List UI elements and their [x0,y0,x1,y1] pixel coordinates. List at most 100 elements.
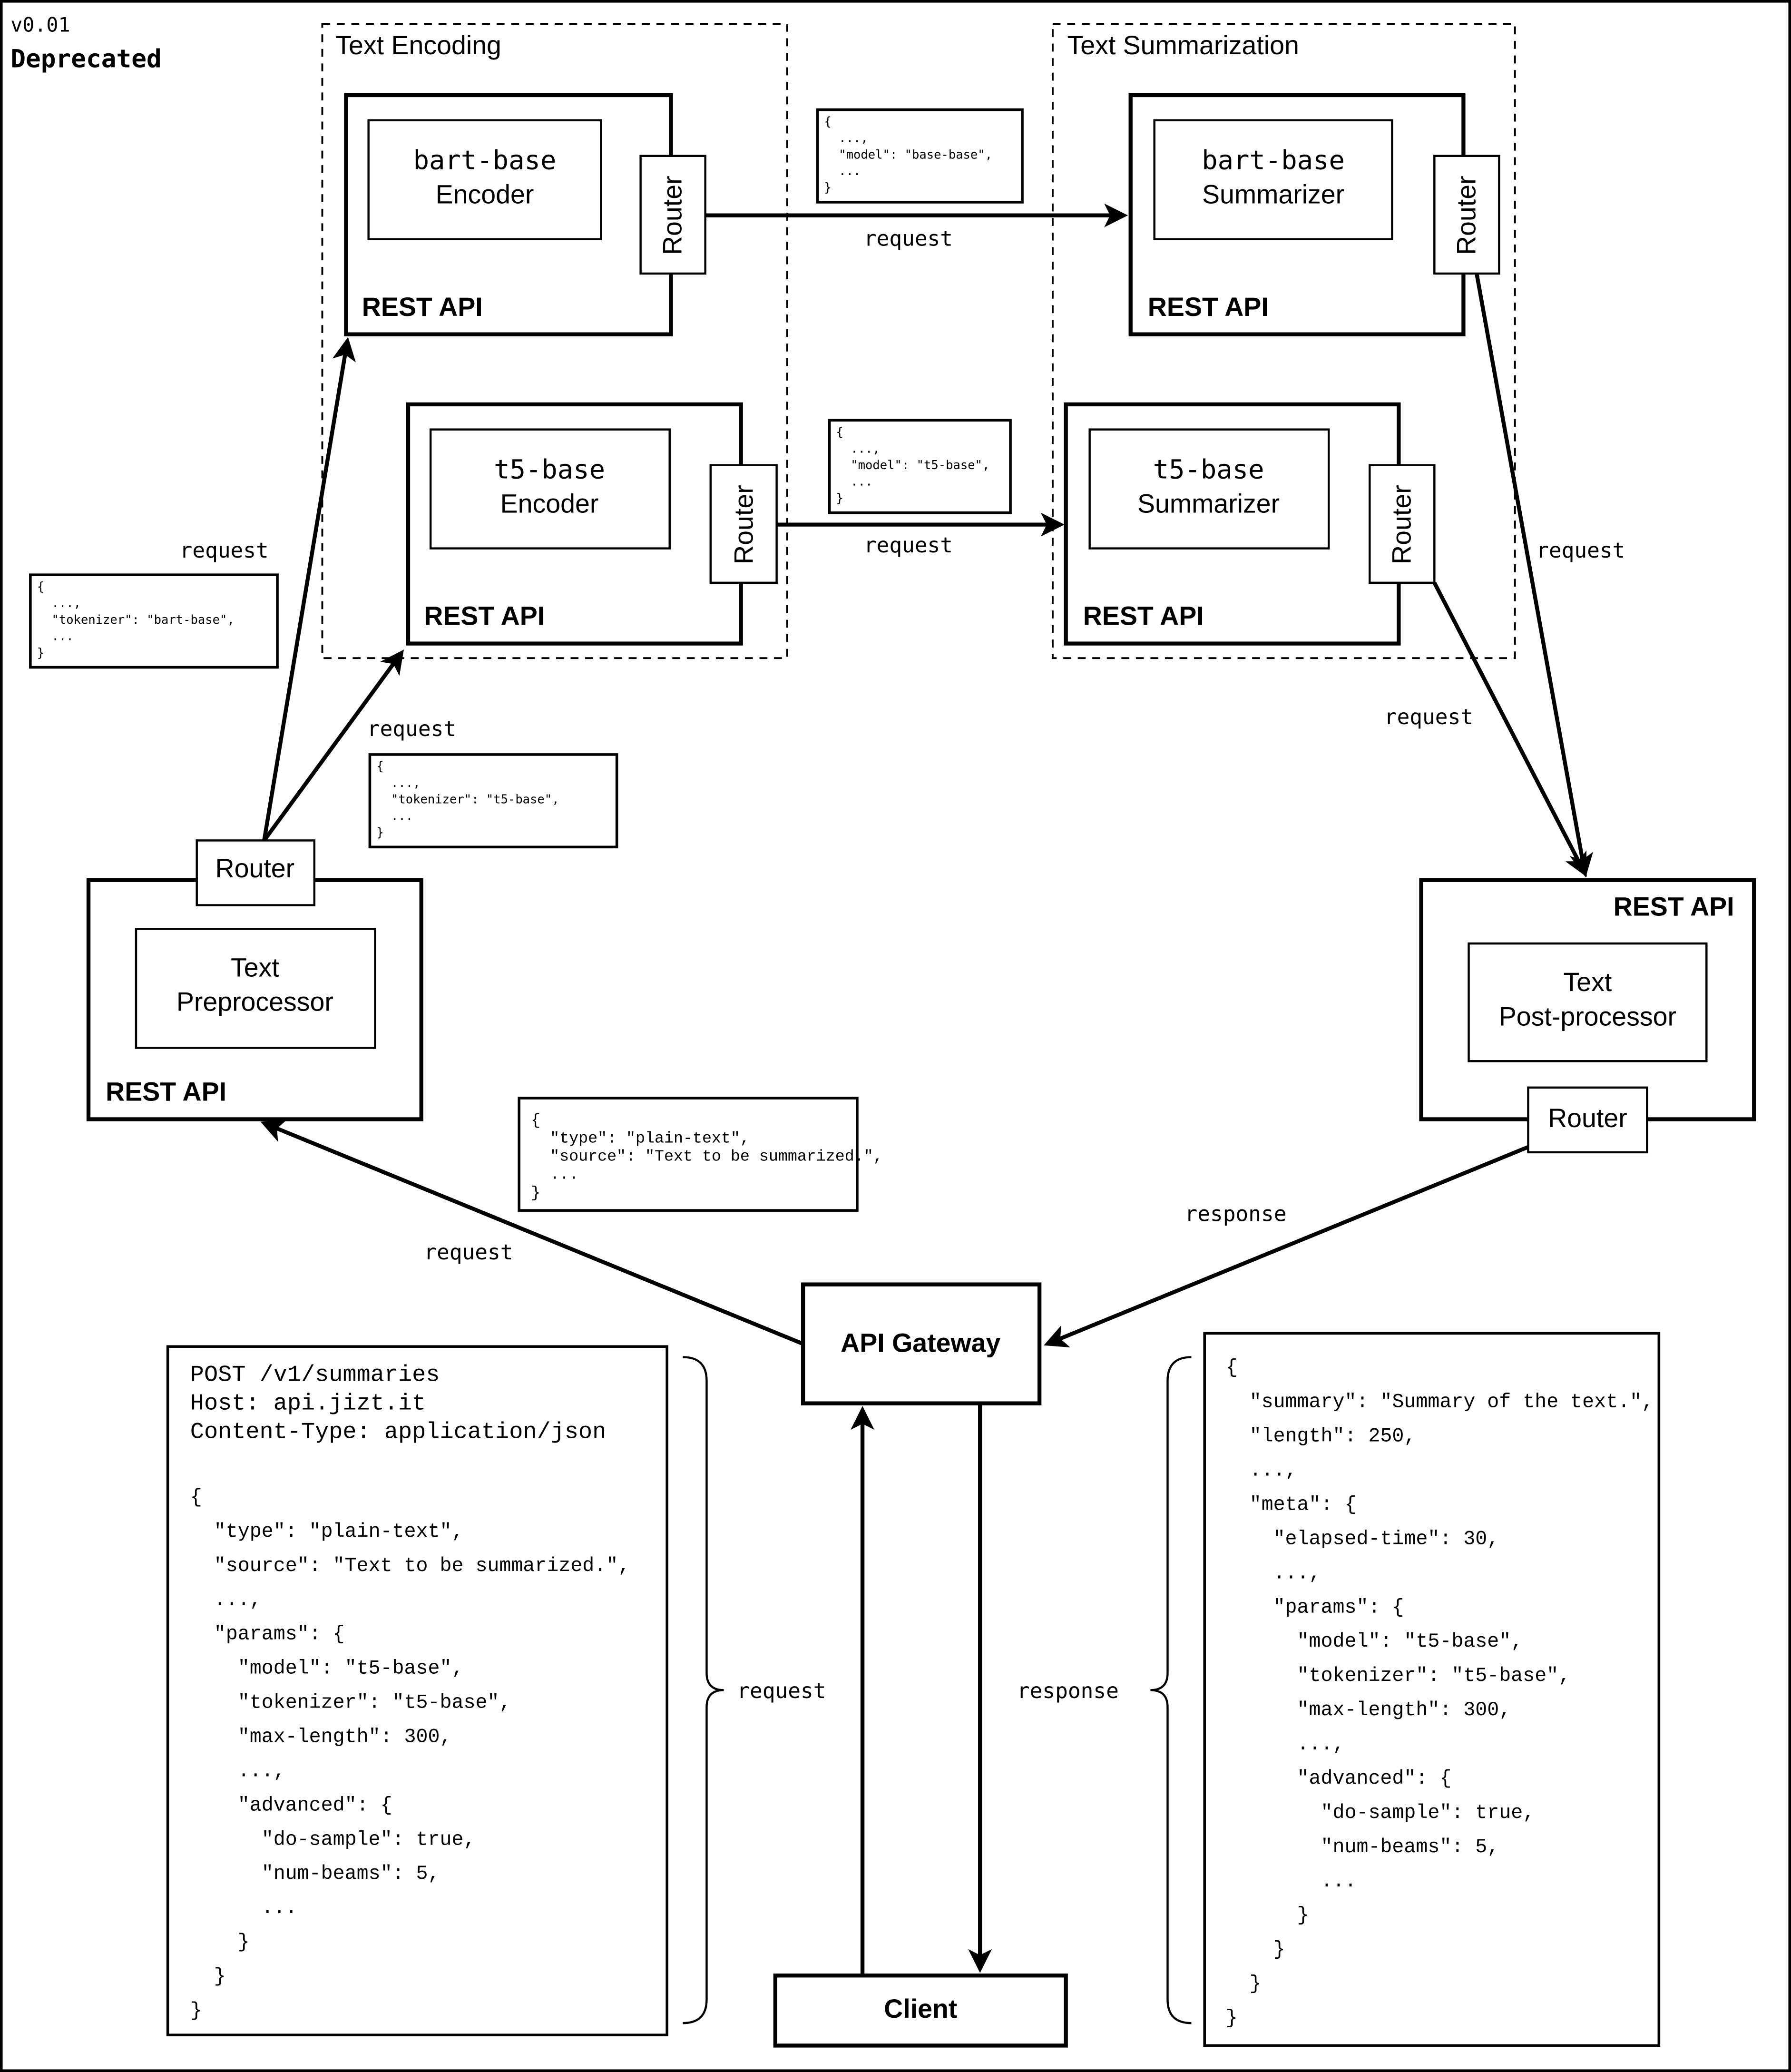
code-line: "model": "t5-base", [190,1657,464,1680]
client[interactable]: Client [773,1974,1068,2048]
snippet-source: { "type": "plain-text", "source": "Text … [518,1097,883,1212]
service-t5-encoder[interactable]: t5-base Encoder REST API Router [406,402,778,646]
code-line: } [37,646,44,660]
code-line: "source": "Text to be summarized.", [190,1554,630,1577]
code-line: ..., [824,131,868,146]
code-line: "model": "base-base", [824,147,992,162]
code-line: ..., [1226,1459,1297,1482]
edge-label-response-postproc: response [1185,1202,1287,1226]
postprocessor-router-label: Router [1548,1103,1627,1133]
edge-label-request-summ-bart: request [1536,539,1625,563]
service-preprocessor[interactable]: Text Preprocessor REST API Router [86,839,423,1121]
edge-label-request-encoder-bart: request [864,227,953,251]
code-line: "summary": "Summary of the text.", [1226,1391,1654,1414]
code-line: ..., [1226,1733,1345,1756]
code-line: ... [824,164,861,178]
edge-label-request-gateway: request [424,1240,513,1265]
deprecated-label: Deprecated [10,45,162,74]
snippet-model-bart: { ..., "model": "base-base", ...} [816,108,1024,204]
http-request-example: POST /v1/summaries Host: api.jizt.it Conte… [166,1345,668,2037]
service-t5-summarizer[interactable]: t5-base Summarizer REST API Router [1064,402,1436,646]
code-line: { [1226,1356,1238,1379]
code-line: } [1226,2007,1238,2030]
code-line: "max-length": 300, [1226,1699,1511,1721]
group-text-encoding-title: Text Encoding [335,30,501,60]
version-label: v0.01 [10,13,70,37]
code-line: ..., [190,1759,285,1782]
code-line: ... [531,1166,578,1184]
code-line: { [531,1112,540,1130]
code-line: ... [190,1896,297,1919]
code-line: ..., [37,596,81,610]
bart-summarizer-role: Summarizer [1202,180,1344,209]
code-line: Content-Type: application/json [190,1419,606,1445]
code-line: "max-length": 300, [190,1725,452,1748]
code-line: ..., [190,1589,262,1611]
response-brace-label: response [1017,1679,1119,1703]
code-line: "do-sample": true, [190,1828,476,1851]
group-text-summarization-title: Text Summarization [1067,30,1299,60]
code-line: ... [37,629,74,644]
code-line: { [190,1486,202,1509]
service-bart-encoder[interactable]: bart-base Encoder REST API Router [344,93,706,336]
code-line: } [190,1965,226,1988]
service-postprocessor[interactable]: REST API Text Post-processor Router [1419,878,1756,1154]
code-line: ... [376,809,413,823]
code-line: POST /v1/summaries [190,1362,440,1388]
code-line: ... [836,475,873,489]
code-line: "model": "t5-base", [836,458,990,472]
code-line: "model": "t5-base", [1226,1630,1523,1653]
preprocessor-line2: Preprocessor [176,987,333,1017]
edge-label-request-t5: request [367,717,456,741]
t5-summarizer-model: t5-base [1153,454,1264,485]
architecture-diagram: v0.01 Deprecated Text Encoding Text Summ… [0,0,1791,2072]
t5-encoder-router-label: Router [729,485,759,564]
code-line: { [376,759,383,774]
code-line: "do-sample": true, [1226,1801,1535,1824]
code-line: "tokenizer": "t5-base", [1226,1664,1571,1687]
code-line: "num-beams": 5, [1226,1836,1499,1858]
t5-encoder-role: Encoder [500,489,599,519]
code-line: } [190,1999,202,2022]
bart-summarizer-rest-api-label: REST API [1148,292,1269,322]
snippet-tokenizer-t5: { ..., "tokenizer": "t5-base", ...} [368,753,618,849]
code-line: "meta": { [1226,1493,1357,1516]
code-line: "tokenizer": "t5-base", [190,1691,511,1714]
code-line: } [836,491,843,505]
service-bart-summarizer[interactable]: bart-base Summarizer REST API Router [1128,93,1500,336]
t5-summarizer-rest-api-label: REST API [1083,601,1204,631]
code-line: } [1226,1938,1285,1961]
preprocessor-rest-api-label: REST API [106,1077,226,1107]
bart-encoder-rest-api-label: REST API [362,292,483,322]
bart-summarizer-model: bart-base [1202,145,1345,176]
code-line: ..., [376,776,420,790]
code-line: "num-beams": 5, [190,1862,440,1885]
code-line: } [190,1931,250,1954]
code-line: "tokenizer": "bart-base", [37,613,235,627]
request-brace-label: request [737,1679,826,1703]
code-line: "params": { [190,1623,345,1646]
code-line: "source": "Text to be summarized.", [531,1148,883,1166]
code-line: "elapsed-time": 30, [1226,1527,1499,1550]
code-line: } [376,825,383,840]
code-line: "params": { [1226,1596,1404,1619]
api-gateway[interactable]: API Gateway [801,1282,1042,1405]
edge-label-request-summ-t5: request [1384,705,1473,729]
snippet-tokenizer-bart: { ..., "tokenizer": "bart-base", ...} [29,573,279,669]
code-line: ..., [836,442,880,456]
t5-summarizer-router-label: Router [1387,485,1416,564]
t5-summarizer-role: Summarizer [1137,489,1280,519]
code-line: } [1226,1904,1309,1927]
code-line: ... [1226,1870,1357,1893]
code-line: "tokenizer": "t5-base", [376,793,559,807]
code-line: ..., [1226,1561,1321,1584]
code-line: { [836,425,843,440]
t5-encoder-rest-api-label: REST API [424,601,545,631]
bart-encoder-role: Encoder [436,180,534,209]
bart-encoder-router-label: Router [658,176,687,255]
postprocessor-line1: Text [1564,967,1612,997]
edge-label-request-bart: request [180,539,269,563]
code-line: { [37,580,44,594]
code-line: { [824,115,832,129]
edge-label-request-encoder-t5: request [864,533,953,558]
